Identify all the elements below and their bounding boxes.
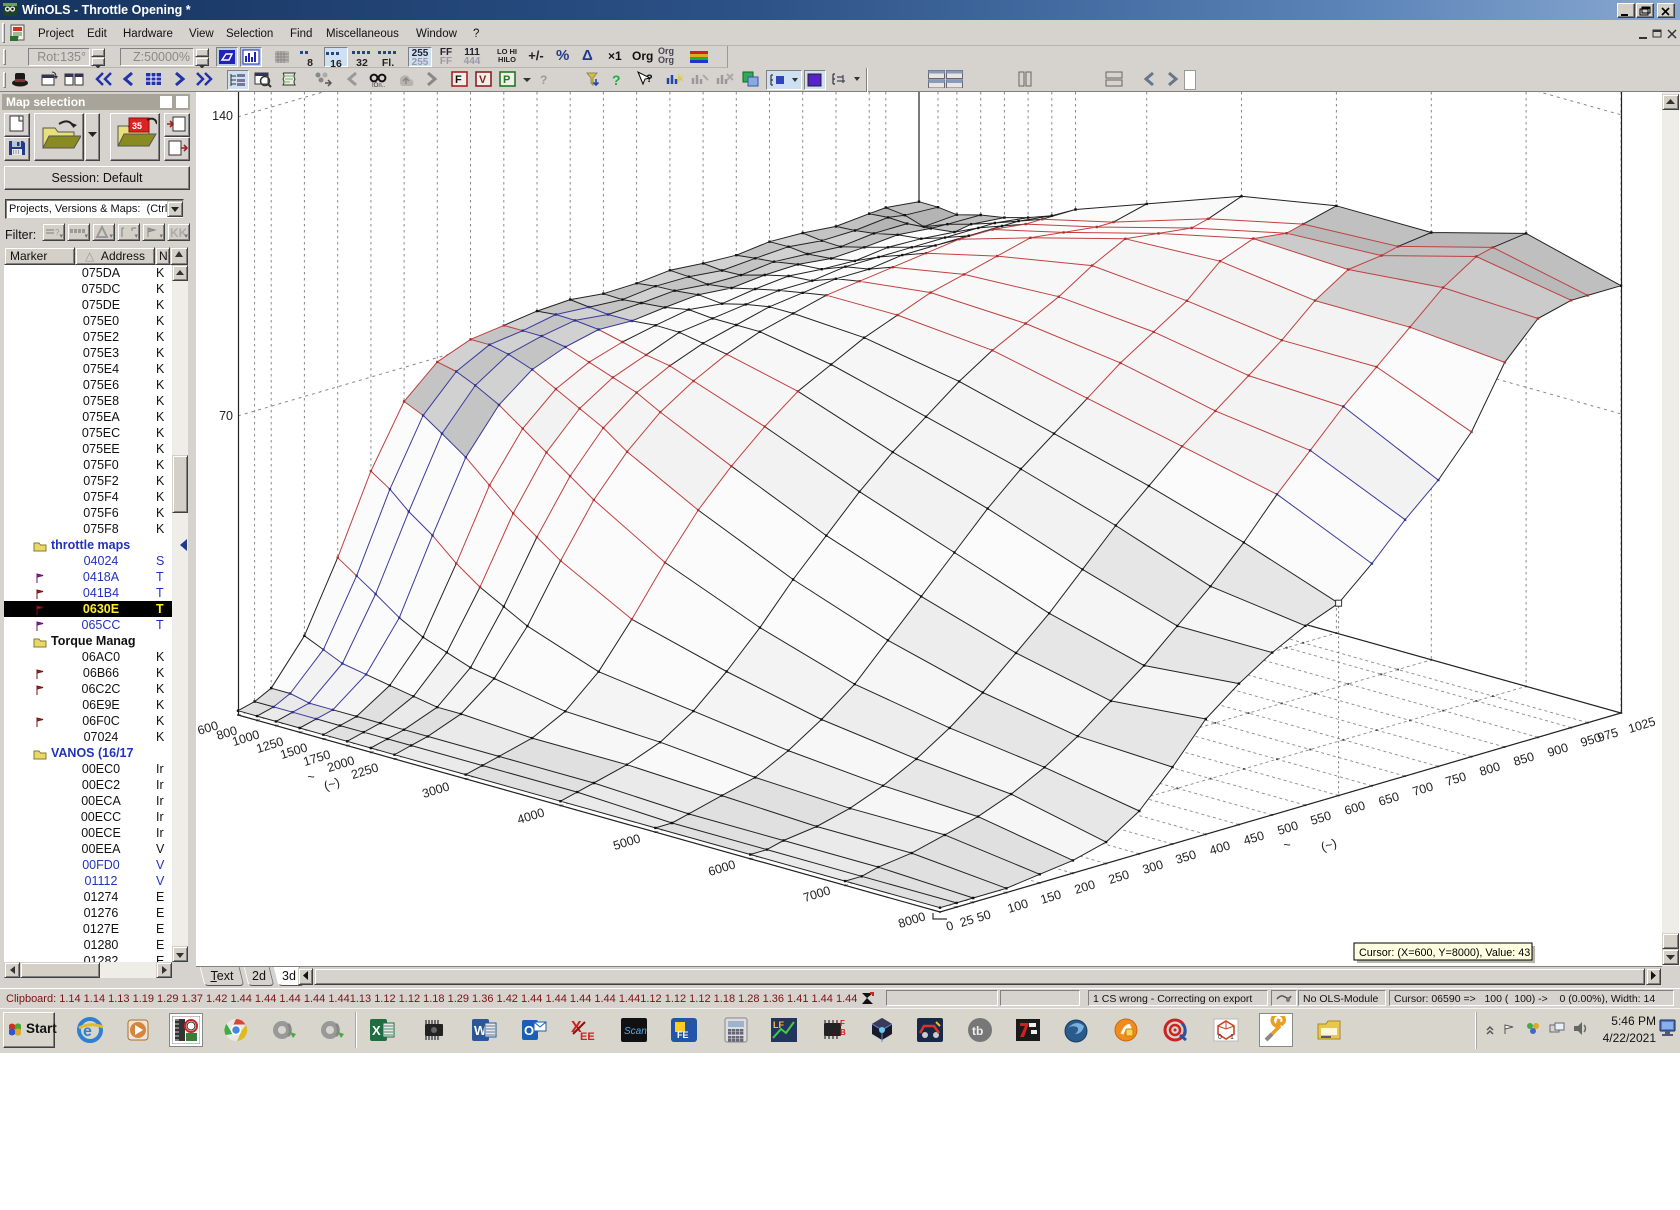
svg-text:B: B	[840, 1028, 846, 1037]
svg-text:500: 500	[1276, 818, 1300, 837]
svg-text:1: 1	[1230, 1034, 1234, 1041]
svg-text:50: 50	[975, 907, 992, 924]
svg-text:300: 300	[1141, 857, 1165, 876]
svg-text:650: 650	[1377, 789, 1401, 808]
svg-text:550: 550	[1309, 808, 1333, 827]
svg-text:5000: 5000	[611, 831, 642, 853]
svg-text:3000: 3000	[420, 779, 451, 801]
svg-text:975: 975	[1596, 725, 1620, 744]
svg-text:O: O	[524, 1023, 534, 1038]
svg-text:800: 800	[1478, 759, 1502, 778]
svg-text:350: 350	[1174, 847, 1198, 866]
svg-text:100: 100	[1006, 896, 1030, 915]
svg-text:LF: LF	[773, 1020, 784, 1030]
svg-text:Scan: Scan	[624, 1026, 647, 1037]
svg-text:~: ~	[1283, 838, 1290, 852]
svg-text:250: 250	[1107, 867, 1131, 886]
svg-text:25: 25	[958, 912, 975, 929]
svg-text:F: F	[840, 1019, 845, 1028]
svg-text:450: 450	[1242, 828, 1266, 847]
svg-text:8000: 8000	[896, 909, 927, 931]
svg-text:X: X	[372, 1023, 381, 1038]
svg-text:70: 70	[219, 409, 233, 423]
svg-text:Cursor: (X=600, Y=8000), Value: Cursor: (X=600, Y=8000), Value: 43	[1359, 947, 1530, 959]
svg-text:150: 150	[1039, 887, 1063, 906]
svg-text:FE: FE	[677, 1030, 689, 1040]
svg-text:tb: tb	[972, 1024, 983, 1038]
svg-text:EE: EE	[580, 1031, 595, 1043]
svg-text:750: 750	[1444, 769, 1468, 788]
svg-text:e: e	[83, 1023, 92, 1040]
svg-text:850: 850	[1512, 749, 1536, 768]
svg-text:(~): (~)	[1319, 836, 1338, 854]
svg-text:4000: 4000	[515, 805, 546, 827]
svg-text:140: 140	[212, 109, 233, 123]
svg-text:~: ~	[307, 770, 314, 784]
svg-text:7000: 7000	[801, 883, 832, 905]
svg-text:(~): (~)	[322, 775, 341, 793]
svg-text:900: 900	[1546, 740, 1570, 759]
svg-text:0: 0	[1218, 1034, 1222, 1041]
svg-text:200: 200	[1073, 877, 1097, 896]
svg-text:400: 400	[1208, 838, 1232, 857]
svg-text:600: 600	[1343, 798, 1367, 817]
svg-text:700: 700	[1411, 779, 1435, 798]
svg-text:6000: 6000	[706, 857, 737, 879]
svg-text:1025: 1025	[1626, 714, 1657, 736]
svg-text:0: 0	[944, 918, 955, 933]
